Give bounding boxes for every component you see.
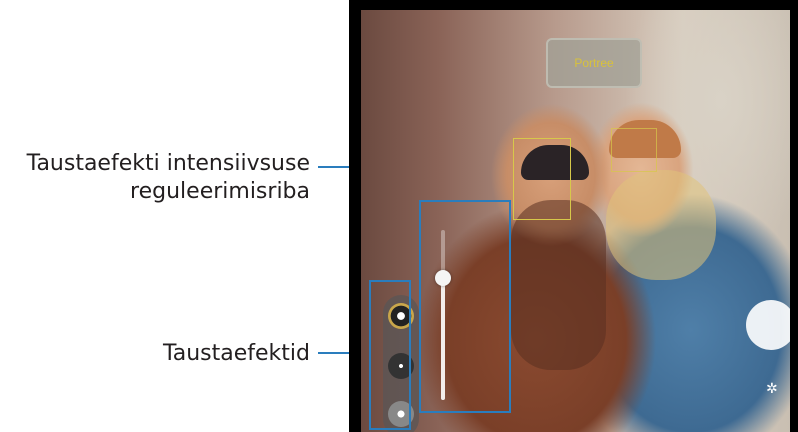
intensity-bar-callout-line2: reguleerimisriba	[130, 179, 310, 204]
intensity-bar-callout-line1: Taustaefekti intensiivsuse	[26, 151, 310, 176]
shutter-button[interactable]	[746, 300, 790, 350]
intensity-bar-callout: Taustaefekti intensiivsuse reguleerimisr…	[27, 150, 310, 206]
face-detection-box	[611, 128, 657, 172]
intensity-bar-highlight	[419, 200, 511, 413]
portrait-mode-label: Portree	[574, 56, 614, 70]
effects-highlight	[369, 280, 411, 430]
face-detection-box	[513, 138, 571, 220]
phone-screen: Portree ✲	[349, 0, 798, 432]
effects-callout: Taustaefektid	[162, 341, 310, 366]
effects-sparkle-icon[interactable]: ✲	[766, 380, 778, 397]
portrait-mode-button[interactable]: Portree	[546, 38, 642, 88]
